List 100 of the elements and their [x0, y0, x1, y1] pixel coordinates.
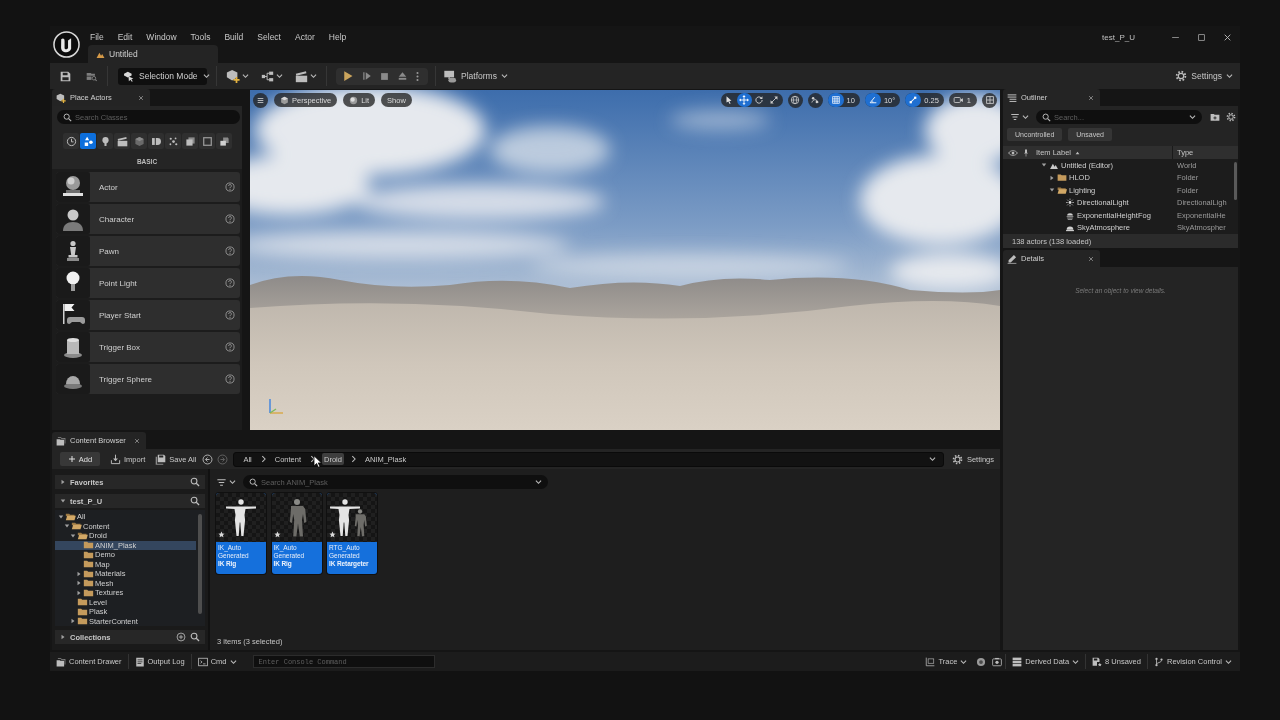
caret-down-icon[interactable]	[928, 456, 936, 462]
skip-frame-icon[interactable]	[362, 71, 372, 81]
menu-item[interactable]: Help	[321, 30, 354, 44]
caret-down-icon[interactable]	[535, 479, 542, 485]
caret-down-icon[interactable]	[60, 498, 66, 504]
caret-down-icon	[1022, 114, 1029, 120]
category-button[interactable]	[80, 133, 96, 149]
cursor-cube-icon	[123, 70, 134, 82]
axis-gizmo-icon	[266, 396, 284, 416]
menu-item[interactable]: Tools	[183, 30, 218, 44]
close-icon[interactable]	[1088, 94, 1094, 101]
mode-dropdown[interactable]: Selection Mode	[118, 67, 207, 85]
actor-item[interactable]: Actor	[56, 172, 240, 202]
move-tool-button[interactable]	[736, 93, 752, 107]
filter-button[interactable]	[1010, 112, 1029, 122]
help-icon[interactable]	[225, 182, 235, 192]
close-icon[interactable]	[1088, 255, 1094, 262]
record-icon[interactable]	[976, 656, 987, 667]
armored-figure-drawing	[271, 493, 322, 542]
actor-item[interactable]: Trigger Sphere	[56, 364, 240, 394]
menu-item[interactable]: Window	[139, 30, 184, 44]
star-icon[interactable]	[218, 531, 225, 538]
filter-icon	[216, 476, 227, 488]
settings-icon[interactable]	[1226, 112, 1236, 122]
category-button[interactable]	[216, 133, 232, 149]
menu-item[interactable]: Select	[250, 30, 288, 44]
caret-right-icon[interactable]	[60, 479, 66, 485]
surface-snap-icon	[810, 95, 821, 105]
scrollbar[interactable]	[1234, 162, 1237, 200]
help-icon[interactable]	[225, 246, 235, 256]
filter-button[interactable]	[216, 476, 236, 488]
caret-down-icon[interactable]	[64, 523, 70, 530]
more-options-icon[interactable]	[416, 70, 419, 82]
help-icon[interactable]	[225, 374, 235, 384]
caret-down-icon[interactable]	[70, 532, 76, 539]
fog-icon	[1065, 210, 1075, 220]
close-icon[interactable]	[134, 437, 140, 444]
folder-icon	[77, 598, 88, 607]
caret-down-icon[interactable]	[1041, 162, 1047, 169]
folder-search-icon[interactable]	[86, 70, 97, 82]
help-icon[interactable]	[225, 310, 235, 320]
screenshot-icon[interactable]	[992, 656, 1003, 667]
star-icon[interactable]	[329, 531, 336, 538]
video-icon	[150, 135, 162, 147]
actor-item[interactable]: Player Start	[56, 300, 240, 330]
grid-layout-icon	[984, 95, 995, 105]
save-icon[interactable]	[60, 70, 71, 82]
category-button[interactable]	[182, 133, 198, 149]
scrollbar[interactable]	[198, 514, 202, 614]
actor-item[interactable]: Point Light	[56, 268, 240, 298]
help-icon[interactable]	[225, 278, 235, 288]
help-icon[interactable]	[225, 342, 235, 352]
menu-item[interactable]: Actor	[287, 30, 322, 44]
add-circle-icon[interactable]	[176, 632, 186, 642]
add-folder-icon[interactable]	[1210, 112, 1220, 122]
help-icon[interactable]	[225, 214, 235, 224]
caret-right-icon[interactable]	[1049, 174, 1055, 181]
close-icon[interactable]	[138, 94, 144, 101]
caret-down-icon	[276, 73, 283, 79]
caret-right-icon[interactable]	[60, 634, 66, 640]
document-tab[interactable]: Untitled	[88, 45, 218, 63]
search-icon[interactable]	[190, 632, 200, 642]
folder-stack-icon	[56, 656, 66, 667]
category-button[interactable]	[114, 133, 130, 149]
sphere-icon	[349, 95, 359, 105]
back-arrow-icon[interactable]	[202, 453, 214, 465]
chevron-right-icon	[350, 455, 356, 463]
settings-button[interactable]: Settings	[1175, 67, 1233, 85]
category-button[interactable]	[97, 133, 113, 149]
caret-down-icon[interactable]	[1049, 187, 1055, 194]
eye-icon	[1008, 147, 1018, 158]
category-button[interactable]	[199, 133, 215, 149]
search-icon[interactable]	[190, 496, 200, 506]
menu-item[interactable]: File	[83, 30, 111, 44]
actor-item[interactable]: Character	[56, 204, 240, 234]
eject-icon[interactable]	[397, 71, 408, 81]
category-button[interactable]	[63, 133, 79, 149]
mouse-pointer-icon	[313, 455, 322, 468]
cube-icon	[133, 135, 145, 147]
clock-icon	[65, 135, 77, 147]
actor-item[interactable]: Trigger Box	[56, 332, 240, 362]
category-button[interactable]	[165, 133, 181, 149]
category-button[interactable]	[148, 133, 164, 149]
search-icon	[249, 477, 258, 487]
settings-icon	[951, 453, 963, 465]
chevron-right-icon	[260, 455, 266, 463]
menu-item[interactable]: Edit	[110, 30, 140, 44]
caret-down-icon[interactable]	[58, 513, 64, 520]
stop-icon[interactable]	[380, 71, 389, 81]
search-icon[interactable]	[190, 477, 200, 487]
play-icon[interactable]	[342, 70, 354, 82]
add-actor-dropdown[interactable]	[226, 67, 249, 85]
star-icon[interactable]	[273, 531, 281, 538]
category-button[interactable]	[131, 133, 147, 149]
actor-item[interactable]: Pawn	[56, 236, 240, 266]
caret-down-icon[interactable]	[1189, 114, 1196, 120]
menu-item[interactable]: Build	[217, 30, 251, 44]
platforms-dropdown[interactable]: Platforms	[443, 67, 508, 85]
folder-icon	[83, 569, 94, 578]
logo-icon	[53, 31, 80, 58]
